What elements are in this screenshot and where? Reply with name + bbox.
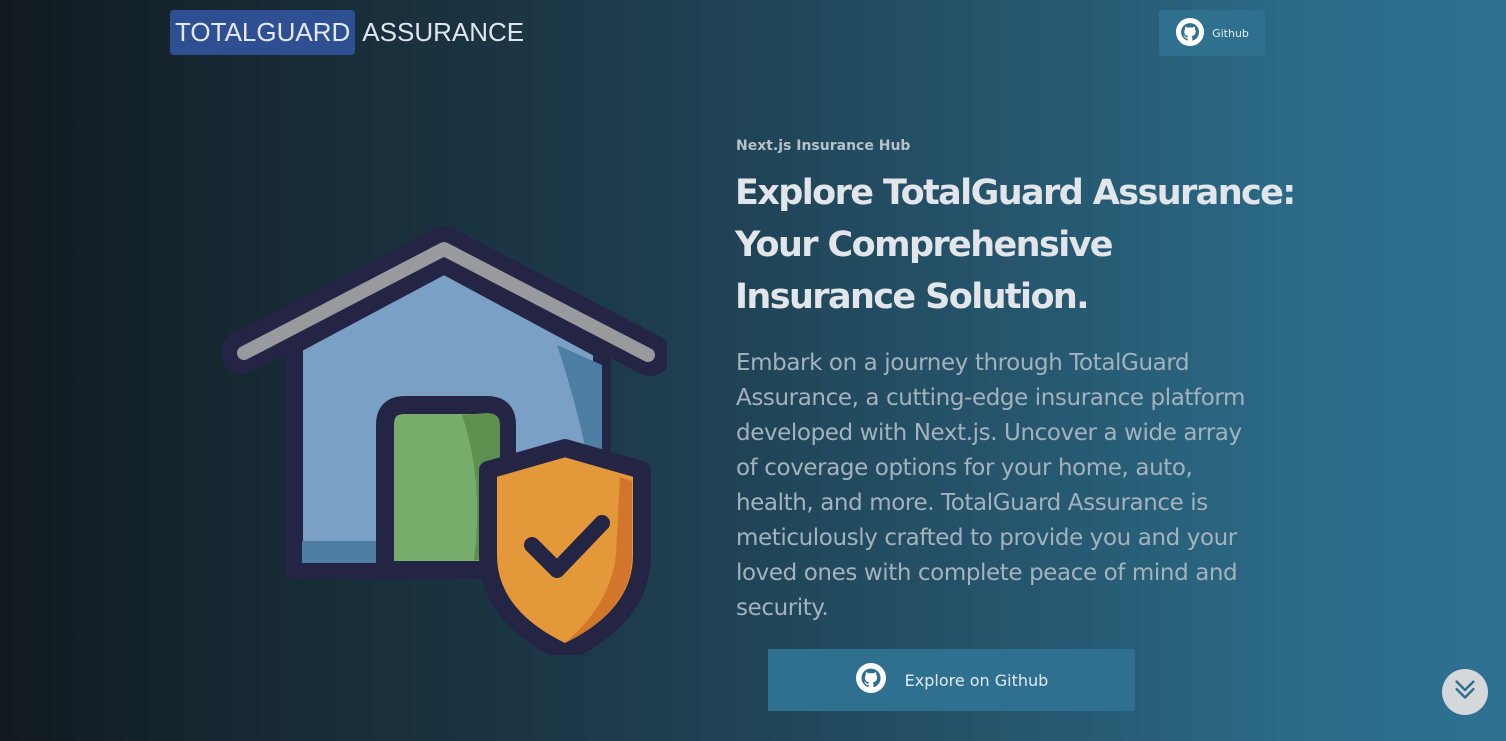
scroll-down-button[interactable]	[1442, 669, 1488, 715]
house-shield-icon	[221, 225, 671, 662]
logo-text: ASSURANCE	[362, 17, 525, 47]
logo[interactable]: TOTALGUARD ASSURANCE	[170, 10, 524, 55]
hero-description: Embark on a journey through TotalGuard A…	[736, 350, 1246, 621]
hero-title: Explore TotalGuard Assurance: Your Compr…	[735, 173, 1296, 317]
chevrons-down-icon	[1451, 676, 1479, 708]
logo-highlight: TOTALGUARD	[170, 10, 356, 55]
github-icon	[855, 662, 887, 698]
github-button-label: Github	[1212, 26, 1249, 40]
github-button[interactable]: Github	[1159, 10, 1265, 56]
explore-github-label: Explore on Github	[904, 670, 1049, 690]
explore-github-button[interactable]: Explore on Github	[768, 649, 1135, 711]
hero-eyebrow: Next.js Insurance Hub	[736, 138, 911, 154]
github-icon	[1175, 17, 1205, 50]
